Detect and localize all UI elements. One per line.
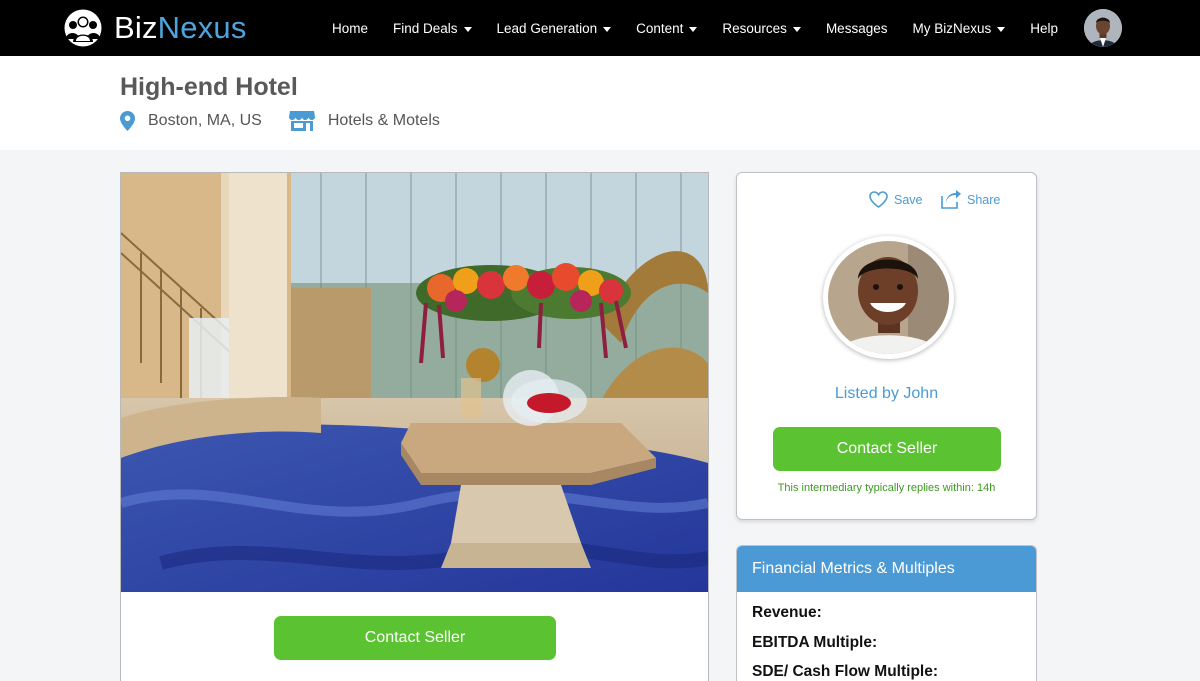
metric-ebitda-multiple: EBITDA Multiple: bbox=[752, 633, 878, 651]
storefront-icon bbox=[288, 111, 315, 131]
listing-location: Boston, MA, US bbox=[120, 111, 262, 131]
nav-item-lead-generation[interactable]: Lead Generation bbox=[497, 21, 612, 36]
contact-seller-button-photo[interactable]: Contact Seller bbox=[274, 616, 556, 660]
nav-item-home[interactable]: Home bbox=[332, 21, 368, 36]
nav-item-label: Home bbox=[331, 20, 368, 36]
seller-card: Save Share Listed by John Contact Seller… bbox=[736, 172, 1037, 520]
listing-header: High-end Hotel Boston, MA, US Hotels & M… bbox=[0, 56, 1200, 150]
reply-time-note: This intermediary typically replies with… bbox=[777, 482, 996, 494]
financial-metrics-header: Financial Metrics & Multiples bbox=[737, 546, 1036, 592]
share-button[interactable]: Share bbox=[940, 190, 1000, 209]
brand-name: BizNexus bbox=[114, 9, 247, 47]
nav-item-label: Help bbox=[1030, 20, 1058, 36]
metric-sde-cash-flow-multiple: SDE/ Cash Flow Multiple: bbox=[752, 663, 939, 680]
brand-name-nexus: Nexus bbox=[157, 10, 247, 45]
caret-down-icon bbox=[792, 26, 801, 32]
nav-item-find-deals[interactable]: Find Deals bbox=[393, 21, 472, 36]
financial-metrics-list: Revenue: EBITDA Multiple: SDE/ Cash Flow… bbox=[737, 592, 1036, 681]
caret-down-icon bbox=[997, 26, 1006, 32]
listing-photo-card: Contact Seller bbox=[120, 172, 709, 681]
brand-name-biz: Biz bbox=[114, 10, 158, 45]
map-pin-icon bbox=[120, 111, 135, 131]
financial-metrics-card: Financial Metrics & Multiples Revenue: E… bbox=[736, 545, 1037, 681]
page-title: High-end Hotel bbox=[120, 73, 298, 101]
caret-down-icon bbox=[603, 26, 612, 32]
listing-meta: Boston, MA, US Hotels & Motels bbox=[120, 111, 467, 131]
listing-photo[interactable] bbox=[121, 173, 708, 592]
caret-down-icon bbox=[689, 26, 698, 32]
brand-logo[interactable]: BizNexus bbox=[62, 9, 247, 47]
nav-item-label: My BizNexus bbox=[912, 20, 992, 36]
nav-item-label: Messages bbox=[825, 20, 888, 36]
caret-down-icon bbox=[463, 26, 472, 32]
category-text: Hotels & Motels bbox=[327, 112, 440, 129]
nav-item-messages[interactable]: Messages bbox=[826, 21, 888, 36]
nav-item-content[interactable]: Content bbox=[636, 20, 698, 36]
listing-category: Hotels & Motels bbox=[288, 111, 440, 131]
nav-item-my-biznexus[interactable]: My BizNexus bbox=[912, 20, 1006, 36]
heart-icon bbox=[869, 191, 888, 208]
nav-item-label: Find Deals bbox=[393, 20, 458, 36]
people-group-icon bbox=[62, 9, 104, 47]
metric-revenue: Revenue: bbox=[752, 604, 822, 621]
listed-by-text[interactable]: Listed by John bbox=[737, 385, 1036, 403]
nav-item-label: Resources bbox=[722, 20, 787, 36]
save-button[interactable]: Save bbox=[869, 191, 923, 208]
contact-seller-button[interactable]: Contact Seller bbox=[773, 427, 1001, 471]
main-nav: Home Find Deals Lead Generation Content … bbox=[307, 0, 1058, 56]
nav-item-resources[interactable]: Resources bbox=[722, 21, 801, 36]
user-avatar[interactable] bbox=[1084, 9, 1122, 47]
location-text: Boston, MA, US bbox=[148, 112, 262, 129]
share-icon bbox=[941, 190, 961, 209]
save-label: Save bbox=[894, 192, 923, 207]
top-navbar: BizNexus Home Find Deals Lead Generation… bbox=[0, 0, 1200, 56]
nav-item-label: Lead Generation bbox=[496, 20, 598, 36]
nav-item-label: Content bbox=[636, 20, 684, 36]
seller-avatar[interactable] bbox=[823, 236, 954, 359]
share-label: Share bbox=[967, 192, 1001, 207]
nav-item-help[interactable]: Help bbox=[1030, 21, 1058, 36]
seller-photo bbox=[828, 241, 949, 354]
